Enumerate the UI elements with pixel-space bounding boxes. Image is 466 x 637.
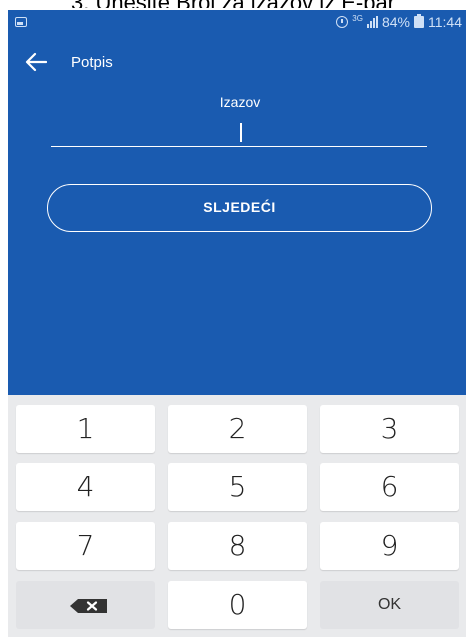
key-0[interactable]: 0 (168, 581, 307, 629)
page-title: Potpis (71, 54, 113, 71)
network-type: 3G (352, 14, 363, 23)
app-bar: Potpis (8, 48, 466, 78)
signal-icon (366, 16, 378, 28)
text-cursor (240, 123, 242, 142)
key-6[interactable]: 6 (320, 463, 459, 511)
phone-screen: 3G 84% 11:44 Potpis Izazov SLJEDEĆI 1 2 … (8, 10, 466, 637)
status-bar: 3G 84% 11:44 (8, 10, 466, 38)
tutorial-caption: 3. Unesite Broj za izazov iz E-bar (0, 0, 466, 8)
gallery-notification-icon (15, 17, 27, 27)
back-arrow-icon[interactable] (25, 52, 47, 72)
key-1[interactable]: 1 (16, 405, 155, 453)
key-9[interactable]: 9 (320, 522, 459, 570)
ok-key[interactable]: OK (320, 581, 459, 629)
challenge-label: Izazov (219, 94, 261, 110)
clock: 11:44 (428, 14, 462, 30)
next-button[interactable]: SLJEDEĆI (47, 184, 432, 232)
key-5[interactable]: 5 (168, 463, 307, 511)
status-icons: 3G 84% 11:44 (336, 14, 462, 30)
backspace-icon (70, 599, 107, 613)
challenge-input[interactable] (51, 118, 427, 147)
key-4[interactable]: 4 (16, 463, 155, 511)
battery-percent: 84% (381, 14, 410, 30)
key-7[interactable]: 7 (16, 522, 155, 570)
delete-key[interactable] (16, 581, 155, 629)
key-8[interactable]: 8 (168, 522, 307, 570)
battery-icon (414, 14, 424, 28)
numeric-keyboard: 1 2 3 4 5 6 7 8 9 0 OK (8, 395, 466, 637)
key-2[interactable]: 2 (168, 405, 307, 453)
key-3[interactable]: 3 (320, 405, 459, 453)
alarm-icon (336, 16, 349, 28)
